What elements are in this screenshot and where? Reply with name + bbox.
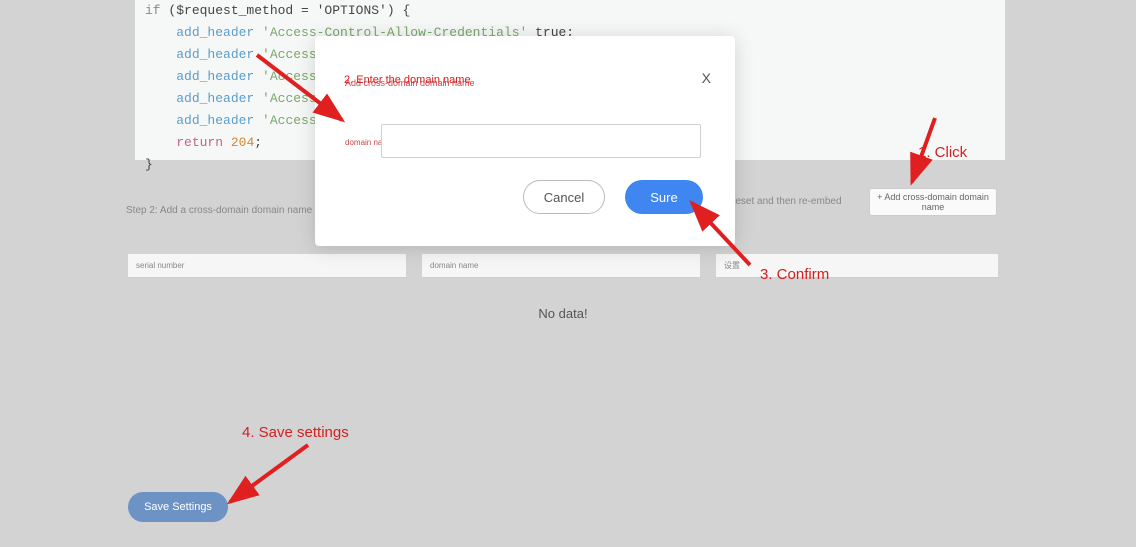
th-domain: domain name (422, 254, 700, 278)
code-fn: add_header (176, 25, 254, 40)
code-text: ($request_method = 'OPTIONS') { (161, 3, 411, 18)
annotation-4: 4. Save settings (242, 424, 349, 441)
code-str: 'Access (262, 69, 317, 84)
code-kw: if (145, 3, 161, 18)
save-settings-button[interactable]: Save Settings (128, 492, 228, 522)
code-str: 'Access (262, 47, 317, 62)
annotation-3: 3. Confirm (760, 266, 829, 283)
code-str: 'Access (262, 113, 317, 128)
table-empty: No data! (128, 306, 998, 321)
code-fn: add_header (176, 69, 254, 84)
domain-table: serial number domain name 设置 No data! (128, 254, 998, 321)
add-button-label: + Add cross-domain domain name (870, 192, 996, 212)
th-serial: serial number (128, 254, 406, 278)
sure-button[interactable]: Sure (625, 180, 703, 214)
th-settings: 设置 (716, 254, 998, 278)
annotation-2: 2. Enter the domain name (344, 74, 471, 86)
code-num: 204 (231, 135, 254, 150)
annotation-1: 1. Click (918, 144, 967, 161)
add-cross-domain-button[interactable]: + Add cross-domain domain name (869, 188, 997, 216)
table-header-row: serial number domain name 设置 (128, 254, 998, 278)
save-label: Save Settings (144, 501, 212, 513)
cancel-button[interactable]: Cancel (523, 180, 605, 214)
code-str: 'Access (262, 91, 317, 106)
arrow-4-icon (218, 440, 318, 520)
code-fn: add_header (176, 113, 254, 128)
code-fn: add_header (176, 91, 254, 106)
code-text: ; (254, 135, 262, 150)
modal-close-button[interactable]: X (702, 70, 711, 86)
code-return: return (176, 135, 223, 150)
hint-text: reset and then re-embed (732, 196, 842, 207)
code-fn: add_header (176, 47, 254, 62)
add-domain-modal: Add cross-domain domain name X domain na… (315, 36, 735, 246)
domain-name-input[interactable] (381, 124, 701, 158)
